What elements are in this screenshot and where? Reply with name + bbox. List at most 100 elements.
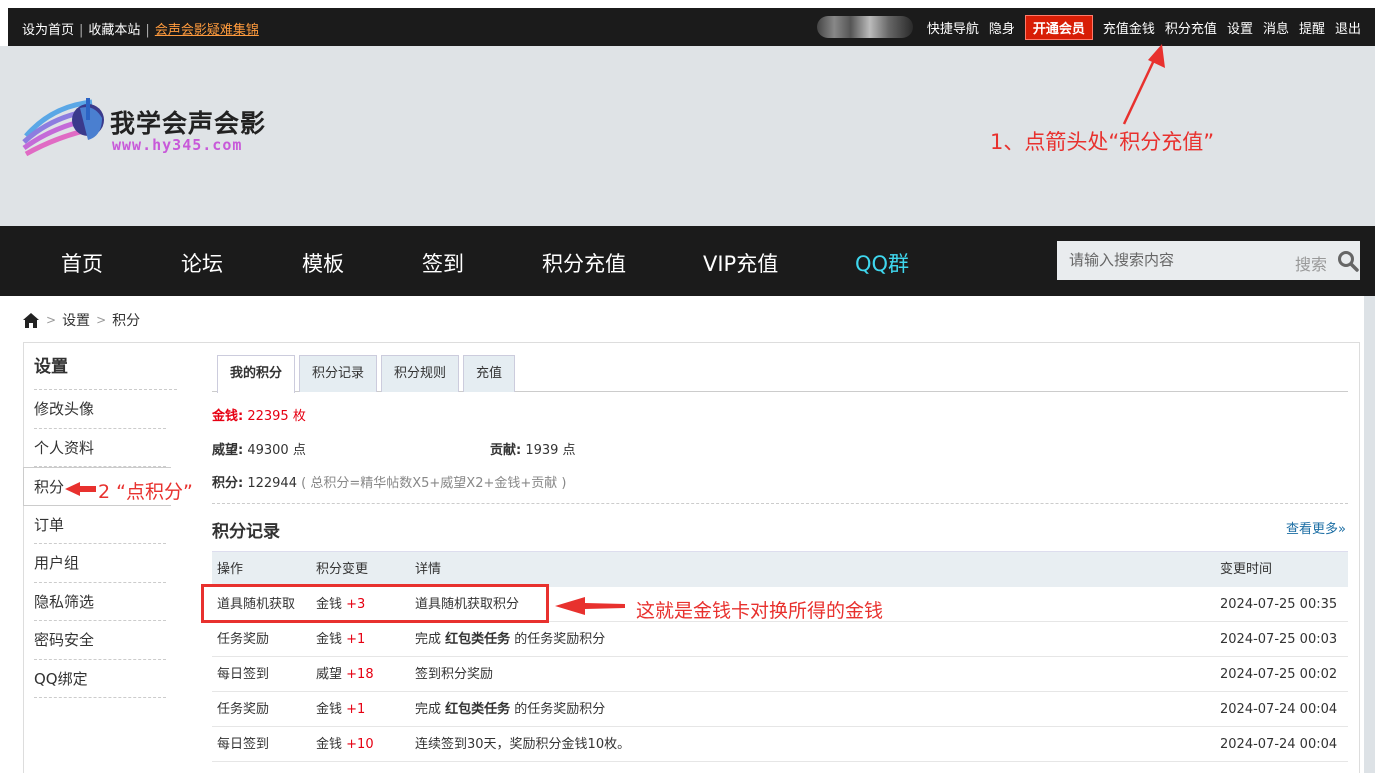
column-header: 详情 — [415, 562, 442, 577]
sidebar-item-password[interactable]: 密码安全 — [34, 621, 166, 660]
prestige-line: 威望: 49300 点 — [212, 439, 306, 458]
annotation-step1: 1、点箭头处“积分充值” — [990, 130, 1215, 154]
sidebar-item-avatar[interactable]: 修改头像 — [34, 390, 166, 429]
row-detail: 完成 红包类任务 的任务奖励积分 — [415, 622, 605, 657]
view-more-link[interactable]: 查看更多» — [1286, 518, 1346, 537]
row-action: 每日签到 — [217, 667, 270, 682]
divider — [212, 503, 1348, 504]
recharge-money-link[interactable]: 充值金钱 — [1103, 18, 1155, 37]
row-time: 2024-07-25 00:02 — [1220, 667, 1338, 682]
tab-points-records[interactable]: 积分记录 — [299, 355, 378, 392]
separator: | — [79, 23, 84, 38]
table-row: 每日签到 威望 +18 签到积分奖励 2024-07-25 00:02 — [212, 657, 1348, 692]
nav-forum[interactable]: 论坛 — [181, 248, 223, 278]
search-button[interactable]: 搜索 — [1295, 251, 1327, 275]
nav-vip-recharge[interactable]: VIP充值 — [703, 248, 778, 278]
row-change-type: 金钱 — [316, 702, 343, 717]
sidebar-item-qq-bind[interactable]: QQ绑定 — [34, 660, 166, 698]
tab-points-rules[interactable]: 积分规则 — [381, 355, 460, 392]
breadcrumb-points[interactable]: 积分 — [112, 310, 140, 330]
top-bar-right: 快捷导航 隐身 开通会员 充值金钱 积分充值 设置 消息 提醒 退出 — [816, 14, 1361, 40]
points-formula: ( 总积分=精华帖数X5+威望X2+金钱+贡献 ) — [301, 476, 567, 491]
points-value: 122944 — [247, 476, 297, 491]
nav-qq-group[interactable]: QQ群 — [855, 248, 909, 278]
logout-link[interactable]: 退出 — [1335, 18, 1361, 37]
row-time: 2024-07-24 00:04 — [1220, 702, 1338, 717]
sidebar-item-usergroup[interactable]: 用户组 — [34, 544, 166, 583]
tab-my-points[interactable]: 我的积分 — [217, 355, 296, 393]
prestige-value: 49300 点 — [247, 443, 306, 458]
messages-link[interactable]: 消息 — [1263, 18, 1289, 37]
site-logo[interactable]: 我学会声会影 www.hy345.com — [22, 96, 282, 158]
row-detail-task[interactable]: 红包类任务 — [445, 632, 510, 647]
quick-nav-link[interactable]: 快捷导航 — [927, 18, 979, 37]
row-detail-suffix: 的任务奖励积分 — [510, 702, 606, 717]
column-header: 操作 — [217, 562, 244, 577]
row-action: 每日签到 — [217, 737, 270, 752]
annotation-step3: 这就是金钱卡对换所得的金钱 — [636, 600, 884, 622]
settings-sidebar: 设置 修改头像 个人资料 积分 订单 用户组 隐私筛选 密码安全 QQ绑定 — [23, 348, 177, 698]
reminders-link[interactable]: 提醒 — [1299, 18, 1325, 37]
column-header: 积分变更 — [316, 562, 369, 577]
logo-url: www.hy345.com — [112, 136, 243, 154]
site-header: 我学会声会影 www.hy345.com 1、点箭头处“积分充值” — [0, 46, 1375, 226]
logo-graphic-icon — [22, 98, 104, 157]
table-header: 操作 积分变更 详情 变更时间 — [212, 551, 1348, 587]
set-home-link[interactable]: 设为首页 — [22, 23, 74, 38]
row-change: 金钱 +1 — [316, 622, 365, 657]
search-input[interactable] — [1057, 241, 1287, 280]
vip-button[interactable]: 开通会员 — [1024, 14, 1093, 40]
points-recharge-link[interactable]: 积分充值 — [1165, 18, 1217, 37]
invisible-link[interactable]: 隐身 — [989, 18, 1015, 37]
avatar[interactable] — [816, 16, 913, 38]
points-line: 积分: 122944 ( 总积分=精华帖数X5+威望X2+金钱+贡献 ) — [212, 472, 566, 491]
faq-link[interactable]: 会声会影疑难集锦 — [155, 23, 259, 38]
logo-title: 我学会声会影 — [110, 109, 267, 138]
row-detail-text: 连续签到30天，奖励积分金钱10枚。 — [415, 737, 631, 752]
row-change: 金钱 +1 — [316, 692, 365, 727]
contribution-label: 贡献: — [490, 443, 522, 458]
row-detail-task[interactable]: 红包类任务 — [445, 702, 510, 717]
sidebar-item-profile[interactable]: 个人资料 — [34, 429, 166, 467]
row-detail-text: 签到积分奖励 — [415, 667, 494, 682]
row-detail: 完成 红包类任务 的任务奖励积分 — [415, 692, 605, 727]
row-time: 2024-07-25 00:03 — [1220, 632, 1338, 647]
sidebar-item-privacy[interactable]: 隐私筛选 — [34, 583, 166, 621]
row-detail-suffix: 的任务奖励积分 — [510, 632, 606, 647]
row-detail-text: 完成 — [415, 702, 446, 717]
row-change-type: 金钱 — [316, 632, 343, 647]
top-bar: 设为首页 | 收藏本站 | 会声会影疑难集锦 快捷导航 隐身 开通会员 充值金钱 积分充… — [8, 8, 1375, 46]
search-box: 搜索 — [1057, 241, 1360, 280]
row-detail: 连续签到30天，奖励积分金钱10枚。 — [415, 727, 630, 762]
nav-points-recharge[interactable]: 积分充值 — [542, 248, 626, 278]
tab-recharge[interactable]: 充值 — [463, 355, 516, 392]
breadcrumb-separator: > — [96, 313, 107, 327]
right-strip — [1364, 296, 1375, 773]
main-nav: 首页 论坛 模板 签到 积分充值 VIP充值 QQ群 搜索 — [0, 226, 1375, 296]
table-row: 任务奖励 金钱 +1 完成 红包类任务 的任务奖励积分 2024-07-24 00:0… — [212, 692, 1348, 727]
row-change: 威望 +18 — [316, 657, 374, 692]
records-table: 操作 积分变更 详情 变更时间 道具随机获取 金钱 +3 道具随机获取积分 2024-… — [212, 551, 1348, 762]
row-detail: 签到积分奖励 — [415, 657, 493, 692]
sidebar-title: 设置 — [34, 348, 177, 390]
nav-home[interactable]: 首页 — [61, 248, 103, 278]
prestige-label: 威望: — [212, 443, 244, 458]
bookmark-link[interactable]: 收藏本站 — [88, 23, 140, 38]
search-icon[interactable] — [1337, 250, 1359, 272]
sidebar-item-orders[interactable]: 订单 — [34, 506, 166, 544]
settings-link[interactable]: 设置 — [1227, 18, 1253, 37]
contribution-value: 1939 点 — [525, 443, 576, 458]
row-time: 2024-07-24 00:04 — [1220, 737, 1338, 752]
row-change-delta: +1 — [346, 632, 366, 647]
records-title: 积分记录 — [212, 522, 280, 542]
row-change-delta: +10 — [346, 737, 374, 752]
money-value: 22395 枚 — [247, 409, 306, 424]
row-change-type: 威望 — [316, 667, 343, 682]
breadcrumb-settings[interactable]: 设置 — [62, 310, 90, 330]
home-icon[interactable] — [22, 312, 40, 329]
table-row: 任务奖励 金钱 +1 完成 红包类任务 的任务奖励积分 2024-07-25 00:0… — [212, 622, 1348, 657]
breadcrumb-separator: > — [46, 313, 57, 327]
row-action: 任务奖励 — [217, 632, 270, 647]
nav-templates[interactable]: 模板 — [302, 248, 344, 278]
nav-checkin[interactable]: 签到 — [422, 248, 464, 278]
